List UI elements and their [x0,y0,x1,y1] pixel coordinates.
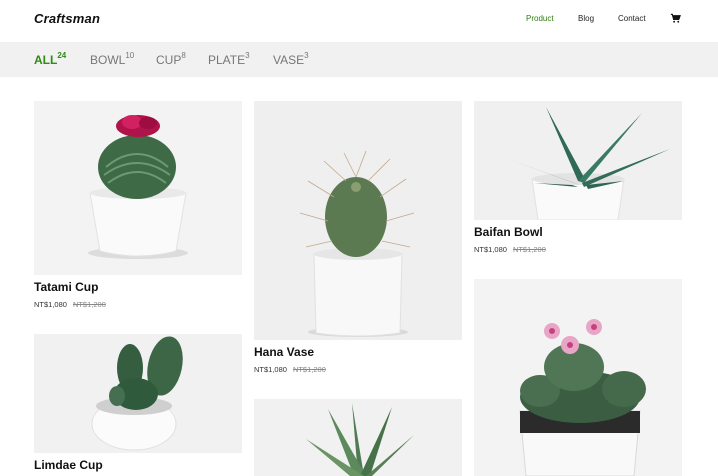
original-price: NT$1,200 [72,300,106,309]
filter-label: ALL [34,53,58,67]
filter-label: VASE [273,53,305,67]
product-image-limdae-cup[interactable] [34,334,242,453]
cactus-photo [474,279,682,476]
product-price: NT$1,080 NT$1,200 [254,365,326,374]
site-header: Craftsman Product Blog Contact [0,0,718,42]
filter-plate[interactable]: PLATE3 [208,51,250,68]
cactus-photo [34,101,242,275]
product-image-flowering-cactus[interactable] [474,279,682,476]
product-image-hana-vase[interactable] [254,101,462,340]
current-price: NT$1,080 [254,365,287,374]
product-image-aloe[interactable] [254,399,462,476]
category-filter-bar: ALL24 BOWL10 CUP8 PLATE3 VASE3 [0,42,718,77]
current-price: NT$1,080 [474,245,507,254]
filter-count: 3 [245,51,250,60]
product-price: NT$1,080 NT$1,200 [474,245,546,254]
product-name[interactable]: Hana Vase [254,345,314,359]
filter-count: 24 [57,51,67,60]
product-name[interactable]: Baifan Bowl [474,225,543,239]
filter-vase[interactable]: VASE3 [273,51,309,68]
filter-count: 8 [181,51,186,60]
original-price: NT$1,200 [292,365,326,374]
original-price: NT$1,200 [512,245,546,254]
cactus-photo [254,101,462,340]
cart-icon[interactable] [670,13,681,24]
nav-contact[interactable]: Contact [618,14,646,23]
succulent-photo [254,399,462,476]
nav-product[interactable]: Product [526,14,554,23]
product-name[interactable]: Limdae Cup [34,458,103,472]
product-name[interactable]: Tatami Cup [34,280,98,294]
filter-count: 10 [125,51,135,60]
filter-all[interactable]: ALL24 [34,51,67,68]
filter-bowl[interactable]: BOWL10 [90,51,135,68]
current-price: NT$1,080 [34,300,67,309]
succulent-photo [474,101,682,220]
filter-label: CUP [156,53,182,67]
filter-cup[interactable]: CUP8 [156,51,186,68]
brand-logo[interactable]: Craftsman [34,11,100,26]
product-image-tatami-cup[interactable] [34,101,242,275]
filter-count: 3 [304,51,309,60]
nav-blog[interactable]: Blog [578,14,594,23]
product-image-baifan-bowl[interactable] [474,101,682,220]
filter-label: BOWL [90,53,126,67]
product-price: NT$1,080 NT$1,200 [34,300,106,309]
cactus-photo [34,334,242,453]
filter-label: PLATE [208,53,246,67]
